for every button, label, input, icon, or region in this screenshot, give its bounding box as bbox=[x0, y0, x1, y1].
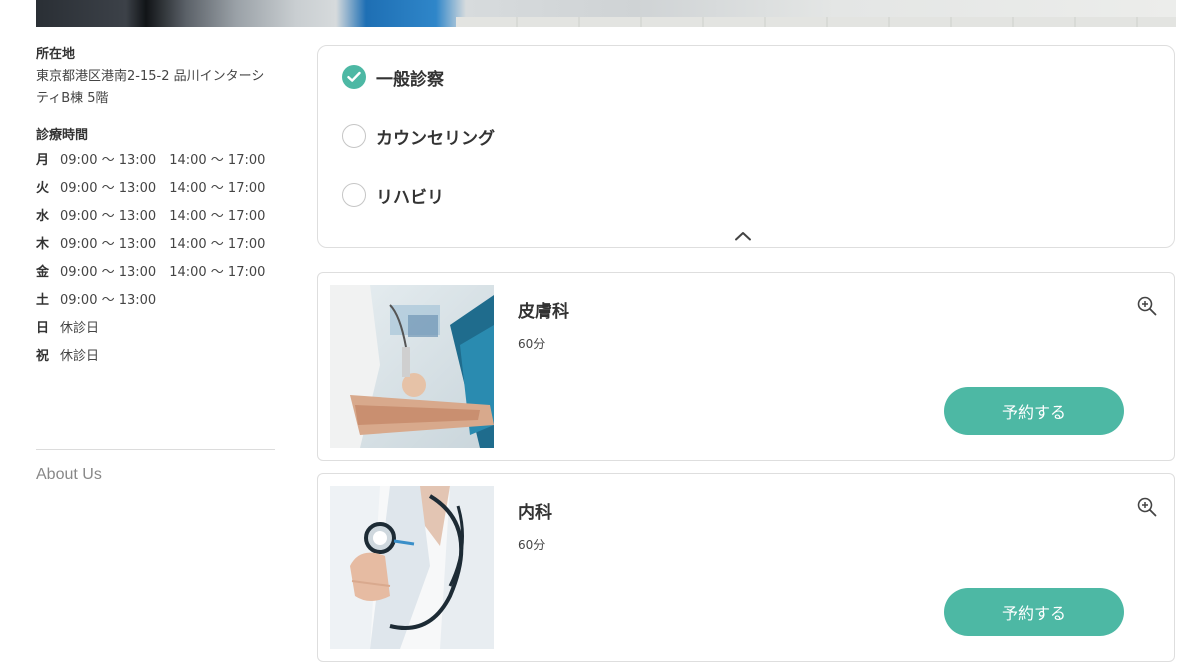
day-label: 火 bbox=[36, 181, 50, 196]
day-label: 土 bbox=[36, 293, 50, 308]
hours-value: 09:00 〜 13:00 14:00 〜 17:00 bbox=[60, 181, 266, 196]
hours-title: 診療時間 bbox=[36, 128, 89, 143]
service-image-dermatology bbox=[330, 285, 494, 448]
book-button[interactable]: 予約する bbox=[944, 387, 1124, 435]
hero-image bbox=[36, 0, 1176, 27]
book-button[interactable]: 予約する bbox=[944, 588, 1124, 636]
day-label: 月 bbox=[36, 153, 50, 168]
hours-value: 09:00 〜 13:00 bbox=[60, 293, 157, 308]
day-label: 祝 bbox=[36, 349, 50, 364]
service-image-internal-medicine bbox=[330, 486, 494, 649]
filter-option-counseling[interactable]: カウンセリング bbox=[342, 123, 495, 149]
sidebar-divider bbox=[36, 449, 275, 450]
hours-list: 月 09:00 〜 13:00 14:00 〜 17:00 火 09:00 〜 13… bbox=[36, 147, 276, 371]
day-label: 金 bbox=[36, 265, 50, 280]
zoom-in-button[interactable] bbox=[1136, 496, 1158, 518]
zoom-in-icon bbox=[1137, 296, 1157, 316]
filter-option-label: リハビリ bbox=[376, 187, 444, 208]
service-card: 皮膚科 60分 予約する bbox=[317, 272, 1175, 461]
address-text: 東京都港区港南2-15-2 品川インターシティB棟 5階 bbox=[36, 69, 265, 106]
hours-row-thu: 木 09:00 〜 13:00 14:00 〜 17:00 bbox=[36, 231, 276, 259]
hours-row-fri: 金 09:00 〜 13:00 14:00 〜 17:00 bbox=[36, 259, 276, 287]
hours-row-sun: 日休診日 bbox=[36, 315, 276, 343]
hours-value: 09:00 〜 13:00 14:00 〜 17:00 bbox=[60, 265, 266, 280]
hours-value: 09:00 〜 13:00 14:00 〜 17:00 bbox=[60, 209, 266, 224]
hours-value: 09:00 〜 13:00 14:00 〜 17:00 bbox=[60, 237, 266, 252]
radio-icon[interactable] bbox=[342, 183, 366, 207]
checked-radio-icon[interactable] bbox=[342, 65, 366, 89]
filter-option-rehab[interactable]: リハビリ bbox=[342, 182, 444, 208]
radio-icon[interactable] bbox=[342, 124, 366, 148]
hours-row-tue: 火 09:00 〜 13:00 14:00 〜 17:00 bbox=[36, 175, 276, 203]
day-label: 木 bbox=[36, 237, 50, 252]
service-title: 内科 bbox=[518, 503, 552, 523]
hours-row-holiday: 祝休診日 bbox=[36, 343, 276, 371]
hours-row-wed: 水 09:00 〜 13:00 14:00 〜 17:00 bbox=[36, 203, 276, 231]
collapse-toggle-button[interactable] bbox=[731, 228, 755, 244]
zoom-in-button[interactable] bbox=[1136, 295, 1158, 317]
service-title: 皮膚科 bbox=[518, 302, 569, 322]
hero-floor bbox=[456, 17, 1176, 27]
service-duration: 60分 bbox=[518, 538, 546, 552]
service-duration: 60分 bbox=[518, 337, 546, 351]
hours-row-mon: 月 09:00 〜 13:00 14:00 〜 17:00 bbox=[36, 147, 276, 175]
clinic-info-sidebar: 所在地 東京都港区港南2-15-2 品川インターシティB棟 5階 診療時間 月0… bbox=[36, 44, 276, 371]
filter-option-label: 一般診察 bbox=[376, 69, 444, 90]
about-us-link[interactable]: About Us bbox=[36, 466, 102, 484]
filter-option-general[interactable]: 一般診察 bbox=[342, 64, 444, 90]
day-label: 水 bbox=[36, 209, 50, 224]
zoom-in-icon bbox=[1137, 497, 1157, 517]
hours-row-sat: 土 09:00 〜 13:00 bbox=[36, 287, 276, 315]
category-filter-panel: 一般診察 カウンセリング リハビリ bbox=[317, 45, 1175, 248]
location-title: 所在地 bbox=[36, 47, 76, 62]
hours-value: 休診日 bbox=[60, 349, 100, 364]
service-card: 内科 60分 予約する bbox=[317, 473, 1175, 662]
filter-option-label: カウンセリング bbox=[376, 128, 495, 149]
chevron-up-icon bbox=[735, 232, 751, 241]
hours-value: 休診日 bbox=[60, 321, 100, 336]
day-label: 日 bbox=[36, 321, 50, 336]
hours-value: 09:00 〜 13:00 14:00 〜 17:00 bbox=[60, 153, 266, 168]
